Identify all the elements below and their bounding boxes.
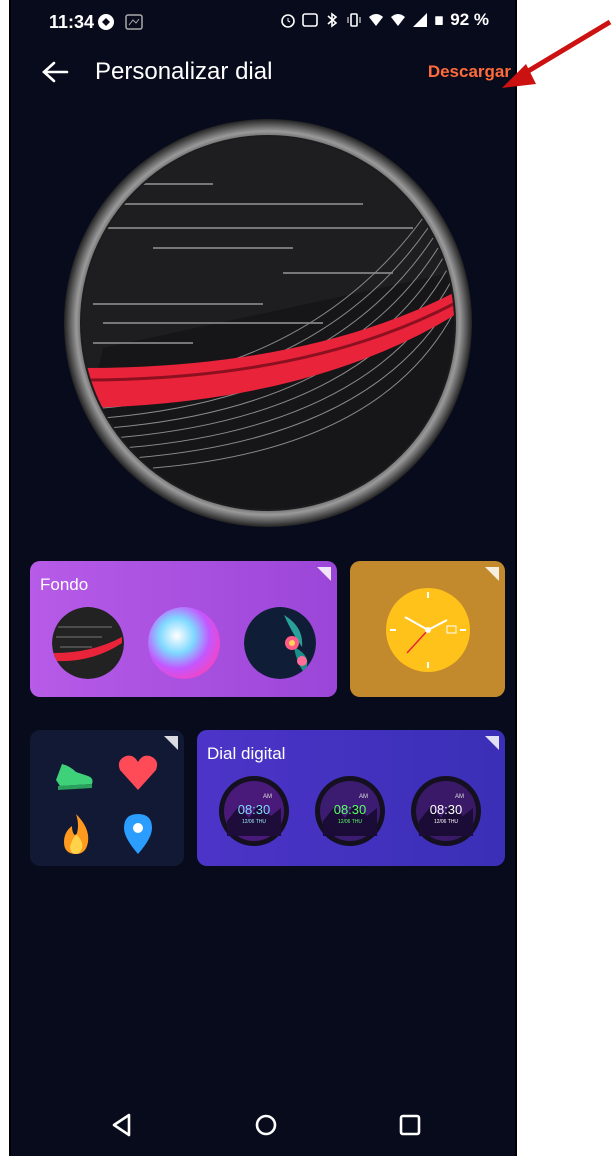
heart-icon: [118, 755, 158, 790]
widgets-card[interactable]: [30, 730, 184, 866]
gradient-thumbnail[interactable]: [148, 607, 220, 679]
steps-shoe-icon: [56, 764, 93, 790]
status-icons: 92 %: [280, 10, 489, 30]
stripes-thumbnail[interactable]: [52, 607, 124, 679]
signal-icon: [413, 13, 428, 27]
background-card-title: Fondo: [40, 575, 89, 594]
annotation-arrow-icon: [502, 19, 612, 88]
analog-clock-thumbnail[interactable]: [385, 587, 471, 673]
status-bar: 11:34 92 %: [11, 0, 515, 40]
status-time: 11:34: [49, 12, 95, 32]
watch-face-preview: [64, 119, 472, 527]
digital-face-ampm: AM: [359, 794, 368, 800]
s-logo-icon: [98, 14, 114, 30]
battery-icon: [435, 16, 443, 25]
digital-face-date: 12/06 THU: [338, 819, 362, 825]
app-bar: Personalizar dial Descargar: [11, 48, 515, 96]
corner-triangle-icon: [164, 736, 178, 750]
alarm-icon: [281, 14, 296, 28]
back-triangle-icon[interactable]: [107, 1110, 137, 1140]
digital-face-ampm: AM: [455, 794, 464, 800]
corner-triangle-icon: [485, 736, 499, 750]
digital-face-time: 08:30: [430, 802, 463, 817]
recents-square-icon[interactable]: [395, 1110, 425, 1140]
flame-icon: [64, 814, 89, 854]
digital-dial-card[interactable]: Dial digital AM 08:30 12/06 THU AM 08:30…: [197, 730, 505, 866]
home-circle-icon[interactable]: [251, 1110, 281, 1140]
vibrate-icon: [347, 13, 361, 27]
digital-face-thumbnail[interactable]: AM 08:30 12/06 THU: [315, 776, 385, 846]
navigation-bar: [11, 1096, 515, 1156]
location-pin-icon: [124, 814, 152, 854]
digital-face-time: 08:30: [334, 802, 367, 817]
background-card[interactable]: Fondo: [30, 561, 337, 697]
back-arrow-icon[interactable]: [39, 58, 71, 86]
digital-dial-card-title: Dial digital: [207, 744, 286, 763]
nfc-icon: [302, 13, 319, 27]
pointer-card[interactable]: [350, 561, 505, 697]
digital-face-date: 12/06 THU: [242, 819, 266, 825]
corner-triangle-icon: [485, 567, 499, 581]
digital-face-time: 08:30: [238, 802, 271, 817]
digital-face-thumbnail[interactable]: AM 08:30 12/06 THU: [219, 776, 289, 846]
digital-face-date: 12/06 THU: [434, 819, 458, 825]
bluetooth-icon: [327, 12, 338, 28]
wifi-icon: [369, 14, 384, 26]
wifi-icon: [391, 14, 406, 26]
digital-face-thumbnail[interactable]: AM 08:30 12/06 THU: [411, 776, 481, 846]
corner-triangle-icon: [317, 567, 331, 581]
cat-notification-icon: [125, 14, 143, 30]
phone-screen: 11:34 92 % Personalizar dial Descargar F…: [9, 0, 517, 1156]
page-title: Personalizar dial: [95, 58, 273, 85]
digital-face-ampm: AM: [263, 794, 272, 800]
floral-thumbnail[interactable]: [244, 607, 316, 679]
